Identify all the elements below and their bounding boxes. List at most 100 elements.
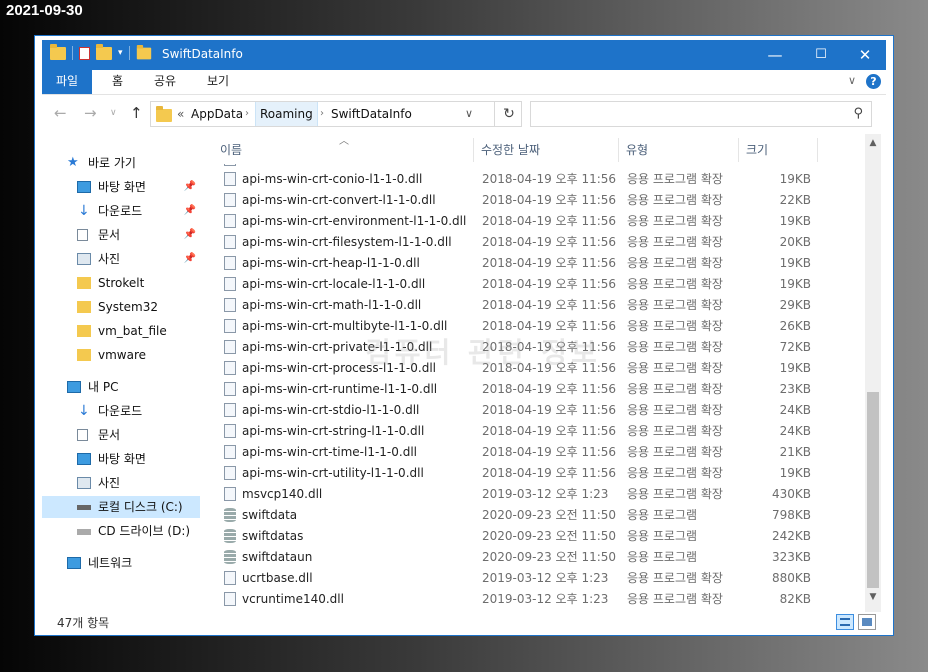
tab-home[interactable]: 홈 [98,70,137,94]
sidebar-item[interactable]: 사진 [42,472,200,494]
breadcrumb-overflow[interactable]: « [177,102,184,126]
recent-dropdown-icon[interactable]: ∨ [110,108,117,118]
file-row[interactable]: api-ms-win-crt-utility-l1-1-0.dll 2018-04… [211,463,865,484]
sidebar-item[interactable]: vm_bat_file [42,320,200,342]
column-header-name[interactable]: 이름 [220,138,242,162]
column-header-size[interactable]: 크기 [746,138,768,162]
tab-share[interactable]: 공유 [140,70,190,94]
pin-icon[interactable]: 📌 [184,224,196,246]
up-arrow-icon[interactable]: ↑ [130,104,143,122]
scroll-thumb[interactable] [867,392,879,588]
file-row[interactable]: ucrtbase.dll 2019-03-12 오후 1:23 응용 프로그램 확장… [211,568,865,589]
file-row[interactable]: api-ms-win-crt-heap-l1-1-0.dll 2018-04-19… [211,253,865,274]
file-row[interactable]: swiftdataun 2020-09-23 오전 11:50 응용 프로그램 323… [211,547,865,568]
breadcrumb-appdata[interactable]: AppData [191,102,243,126]
file-row[interactable]: api-ms-win-crt-environment-l1-1-0.dll 201… [211,211,865,232]
file-row[interactable]: api-ms-win-crt-string-l1-1-0.dll 2018-04-… [211,421,865,442]
new-folder-icon[interactable] [96,43,112,60]
sidebar-item[interactable]: System32 [42,296,200,318]
file-row[interactable]: api-ms-win-crt-locale-l1-1-0.dll 2018-04-… [211,274,865,295]
column-divider[interactable] [817,138,818,162]
scroll-up-icon[interactable]: ▲ [865,138,881,148]
sidebar-quick-access[interactable]: ★ 바로 가기 [42,152,200,174]
file-row[interactable]: api-ms-win-crt-stdio-l1-1-0.dll 2018-04-1… [211,400,865,421]
pin-icon[interactable]: 📌 [184,248,196,270]
column-header-type[interactable]: 유형 [626,138,648,162]
details-view-button[interactable] [836,614,854,630]
file-date: 2020-09-23 오전 11:50 [482,529,617,543]
tab-file[interactable]: 파일 [42,70,93,94]
sidebar-item[interactable]: 문서 [42,424,200,446]
sidebar-item[interactable]: 사진 📌 [42,248,200,270]
sidebar-item[interactable]: CD 드라이브 (D:) [42,520,200,542]
refresh-button[interactable]: ↻ [494,101,523,127]
back-arrow-icon[interactable]: ← [54,104,67,122]
vertical-scrollbar[interactable]: ▲ ▼ [865,134,881,612]
sidebar-item[interactable]: 문서 📌 [42,224,200,246]
sidebar-item-label: 네트워크 [88,556,133,570]
column-divider[interactable] [738,138,739,162]
file-row[interactable]: swiftdatas 2020-09-23 오전 11:50 응용 프로그램 242K… [211,526,865,547]
minimize-button[interactable]: — [752,40,798,70]
search-input[interactable]: ⚲ [530,101,872,127]
maximize-button[interactable]: ☐ [798,40,844,70]
sidebar-network[interactable]: 네트워크 [42,552,200,574]
sidebar-item[interactable]: Strokelt [42,272,200,294]
dll-file-icon [224,319,236,333]
column-header-date[interactable]: 수정한 날짜 [481,138,540,162]
file-row[interactable]: msvcp140.dll 2019-03-12 오후 1:23 응용 프로그램 확장… [211,484,865,505]
address-bar[interactable]: « AppData › Roaming › SwiftDataInfo ∨ [150,101,522,127]
sidebar-item[interactable]: 바탕 화면 [42,448,200,470]
file-size: 22KB [779,193,811,207]
expand-ribbon-icon[interactable]: ∨ [848,74,856,87]
properties-icon[interactable] [79,46,90,60]
file-row[interactable]: api-ms-win-crt-process-l1-1-0.dll 2018-04… [211,358,865,379]
file-row[interactable]: api-ms-win-crt-runtime-l1-1-0.dll 2018-04… [211,379,865,400]
address-dropdown-icon[interactable]: ∨ [465,102,473,126]
close-button[interactable]: ✕ [842,40,888,70]
dll-file-icon [224,382,236,396]
file-row[interactable]: api-ms-win-crt-multibyte-l1-1-0.dll 2018-… [211,316,865,337]
file-row[interactable]: api-ms-win-crt-math-l1-1-0.dll 2018-04-19… [211,295,865,316]
file-type: 응용 프로그램 확장 [627,277,723,291]
drive-icon [77,505,91,510]
sidebar-item-label: vmware [98,348,147,362]
column-divider[interactable] [618,138,619,162]
file-name: api-ms-win-crt-environment-l1-1-0.dll [242,214,467,228]
sidebar-item[interactable]: vmware [42,344,200,366]
forward-arrow-icon[interactable]: → [84,104,97,122]
file-date: 2018-04-19 오후 11:56 [482,193,617,207]
tab-view[interactable]: 보기 [193,70,243,94]
download-icon: ↓ [78,403,90,419]
file-type: 응용 프로그램 [627,529,698,543]
sidebar-item[interactable]: ↓ 다운로드 [42,400,200,422]
file-row[interactable]: api-ms-win-crt-conio-l1-1-0.dll 2018-04-1… [211,169,865,190]
breadcrumb-current[interactable]: SwiftDataInfo [331,102,412,126]
customize-dropdown-icon[interactable]: ▾ [118,48,123,58]
help-icon[interactable]: ? [866,74,881,89]
file-row[interactable]: vcruntime140.dll 2019-03-12 오후 1:23 응용 프로그… [211,589,865,610]
sidebar-item[interactable]: 로컬 디스크 (C:) [42,496,200,518]
file-row[interactable]: api-ms-win-crt-private-l1-1-0.dll 2018-04… [211,337,865,358]
file-size: 19KB [779,277,811,291]
file-type: 응용 프로그램 확장 [627,487,723,501]
file-row[interactable]: api-ms-win-crt-filesystem-l1-1-0.dll 2018… [211,232,865,253]
file-row[interactable]: api-ms-win-crt-convert-l1-1-0.dll 2018-04… [211,190,865,211]
file-row[interactable]: api-ms-win-crt-time-l1-1-0.dll 2018-04-19… [211,442,865,463]
sidebar-item-label: 사진 [98,476,121,490]
cd-drive-icon [77,529,91,535]
large-icons-view-button[interactable] [858,614,876,630]
pin-icon[interactable]: 📌 [184,176,196,198]
sidebar-item[interactable]: 바탕 화면 📌 [42,176,200,198]
file-row[interactable]: swiftdata 2020-09-23 오전 11:50 응용 프로그램 798KB [211,505,865,526]
window-title: SwiftDataInfo [162,47,243,61]
sidebar-this-pc[interactable]: 내 PC [42,376,200,398]
sidebar-item[interactable]: ↓ 다운로드 📌 [42,200,200,222]
scroll-down-icon[interactable]: ▼ [865,592,881,602]
quick-access-toolbar: ▾ [50,43,152,60]
dll-file-icon [224,445,236,459]
pin-icon[interactable]: 📌 [184,200,196,222]
breadcrumb-roaming[interactable]: Roaming [255,102,318,126]
column-divider[interactable] [473,138,474,162]
file-size: 19KB [779,361,811,375]
